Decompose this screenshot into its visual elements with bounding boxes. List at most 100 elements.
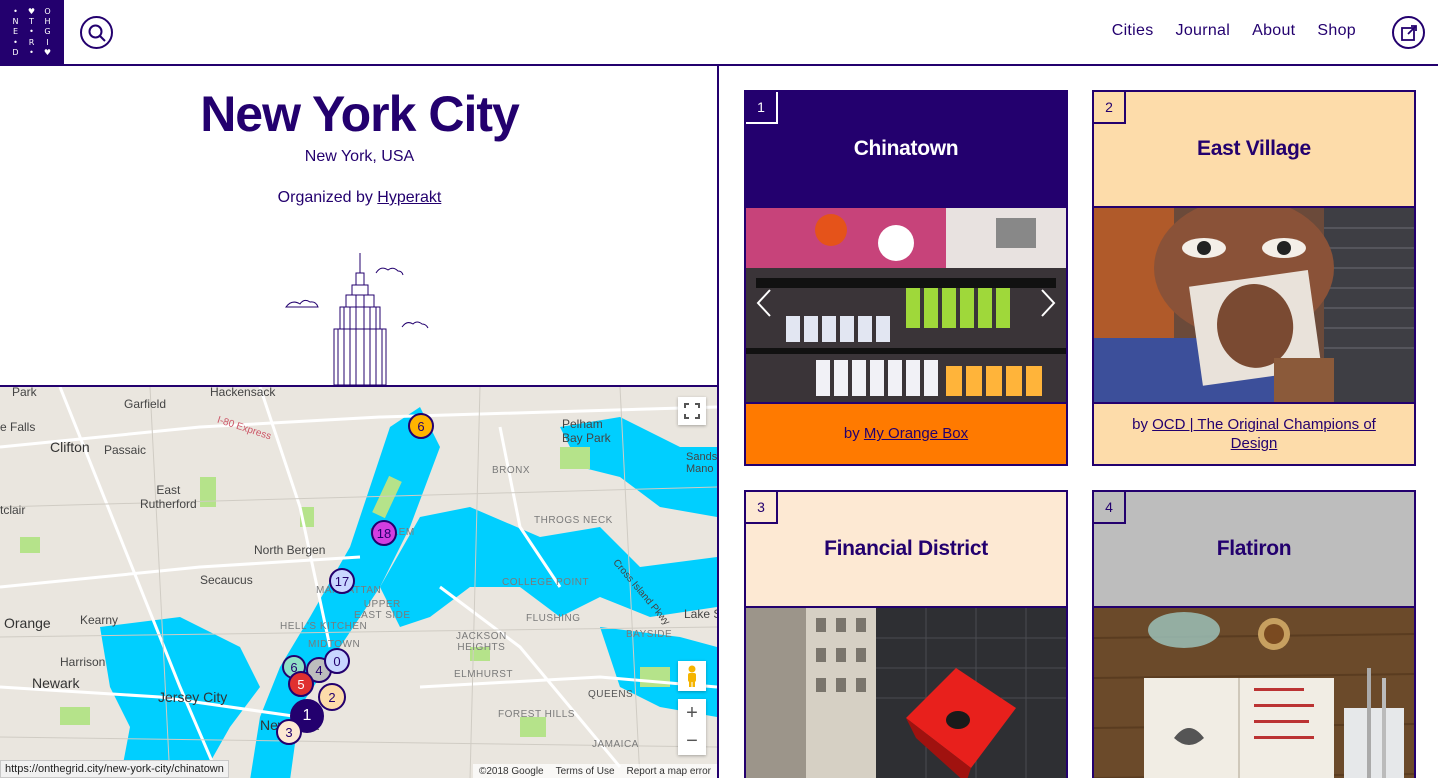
site-logo[interactable]: • ♥ O N T H E • G • R I D • ♥ — [0, 0, 64, 64]
city-panel: New York City New York, USA Organized by… — [0, 66, 719, 778]
map-marker[interactable]: 0 — [324, 648, 350, 674]
card-title: Chinatown — [853, 137, 959, 160]
logo-char: ♥ — [43, 48, 53, 58]
map-label: Garfield — [124, 397, 167, 411]
map-label: tclair — [0, 503, 26, 517]
card-byline: by My Orange Box — [746, 402, 1066, 464]
city-subtitle: New York, USA — [304, 148, 415, 165]
nav-about[interactable]: About — [1252, 22, 1295, 40]
card-title: Flatiron — [1216, 537, 1292, 560]
logo-char: G — [44, 27, 52, 37]
map-label: Clifton — [50, 439, 90, 455]
map-marker[interactable]: 2 — [318, 683, 346, 711]
carousel-prev-icon[interactable] — [754, 288, 774, 318]
map-label: Newark — [32, 675, 80, 691]
share-icon — [1400, 24, 1417, 41]
map-marker[interactable]: 6 — [408, 413, 434, 439]
zoom-in-button[interactable]: + — [686, 699, 698, 727]
map-marker[interactable]: 18 — [371, 520, 397, 546]
main-nav: Cities Journal About Shop — [1090, 22, 1356, 40]
logo-char: ♥ — [27, 6, 37, 16]
map-label: Passaic — [104, 443, 147, 457]
organized-prefix: Organized by — [277, 189, 373, 206]
card-number: 1 — [746, 92, 778, 124]
map-label: ELMHURST — [454, 669, 514, 680]
street-view-button[interactable] — [678, 661, 706, 691]
site-header: • ♥ O N T H E • G • R I D • ♥ Cities Jou… — [0, 0, 1438, 66]
map-label: Hackensack — [210, 385, 276, 399]
logo-char: E — [12, 27, 20, 37]
logo-char: • — [29, 27, 35, 37]
map-label: HELL'S KITCHEN — [280, 621, 368, 632]
logo-char: • — [13, 6, 19, 16]
fullscreen-button[interactable] — [678, 397, 706, 425]
neighborhood-grid: 1 Chinatown by My Orange Box 2 East Vill… — [721, 66, 1438, 778]
byline-prefix: by — [1132, 415, 1148, 433]
map-label: Kearny — [80, 613, 119, 627]
search-icon — [88, 24, 106, 42]
neighborhood-card-east-village[interactable]: 2 East Village by OCD | The Original Cha… — [1092, 90, 1416, 466]
card-header: 2 East Village — [1094, 92, 1414, 208]
map-label: UPPER EAST SIDE — [354, 599, 411, 621]
card-number: 3 — [746, 492, 778, 524]
logo-char: N — [12, 17, 20, 27]
map-label: BRONX — [492, 465, 531, 476]
card-header: 3 Financial District — [746, 492, 1066, 608]
map-label: Secaucus — [200, 573, 253, 587]
neighborhood-card-chinatown[interactable]: 1 Chinatown by My Orange Box — [744, 90, 1068, 466]
map-label: North Bergen — [254, 543, 326, 557]
card-title: Financial District — [824, 537, 988, 560]
map-label: JAMAICA — [592, 739, 639, 750]
map-label: Pelham Bay Park — [562, 417, 611, 445]
city-title: New York City — [200, 86, 520, 142]
neighborhood-card-financial-district[interactable]: 3 Financial District — [744, 490, 1068, 778]
share-button[interactable] — [1392, 16, 1425, 49]
pegman-icon — [688, 665, 696, 687]
card-image — [746, 208, 1066, 402]
logo-char: T — [29, 17, 35, 27]
map-label: THROGS NECK — [534, 515, 613, 526]
map-label: Lake S — [684, 607, 717, 621]
map-label: Harrison — [60, 655, 106, 669]
organized-by: Organized by Hyperakt — [0, 189, 719, 207]
zoom-out-button[interactable]: − — [686, 727, 698, 755]
card-image — [746, 608, 1066, 778]
nav-journal[interactable]: Journal — [1176, 22, 1231, 40]
map-marker[interactable]: 3 — [276, 719, 302, 745]
card-image — [1094, 608, 1414, 778]
author-link[interactable]: My Orange Box — [864, 424, 968, 444]
neighborhood-card-flatiron[interactable]: 4 Flatiron — [1092, 490, 1416, 778]
map-terms-link[interactable]: Terms of Use — [556, 766, 615, 777]
map-label: FOREST HILLS — [498, 709, 575, 720]
map-label: QUEENS — [588, 689, 634, 700]
logo-char: • — [13, 37, 19, 47]
card-number: 4 — [1094, 492, 1126, 524]
card-title: East Village — [1197, 137, 1311, 160]
city-map[interactable]: Park Hackensack Garfield e Falls Clifton… — [0, 385, 717, 778]
map-report-link[interactable]: Report a map error — [627, 766, 711, 777]
map-label: Jersey City — [158, 689, 228, 705]
card-header: 1 Chinatown — [746, 92, 1066, 208]
map-marker[interactable]: 5 — [288, 671, 314, 697]
map-label: East Rutherford — [140, 483, 197, 511]
card-number: 2 — [1094, 92, 1126, 124]
logo-char: I — [46, 37, 50, 47]
logo-char: H — [44, 17, 52, 27]
map-label: BAYSIDE — [626, 629, 673, 640]
map-label: Sands Mano — [686, 451, 717, 475]
card-image — [1094, 208, 1414, 402]
logo-char: R — [28, 37, 36, 47]
card-header: 4 Flatiron — [1094, 492, 1414, 608]
organizer-link[interactable]: Hyperakt — [377, 189, 441, 206]
zoom-controls: + − — [678, 699, 706, 755]
fullscreen-icon — [684, 403, 700, 419]
nav-shop[interactable]: Shop — [1317, 22, 1356, 40]
carousel-next-icon[interactable] — [1038, 288, 1058, 318]
map-marker[interactable]: 17 — [329, 568, 355, 594]
nav-cities[interactable]: Cities — [1112, 22, 1154, 40]
author-link[interactable]: OCD | The Original Champions of Design — [1152, 416, 1376, 453]
search-button[interactable] — [80, 16, 113, 49]
map-label: FLUSHING — [526, 613, 581, 624]
logo-char: D — [12, 48, 20, 58]
byline-prefix: by — [843, 425, 860, 443]
